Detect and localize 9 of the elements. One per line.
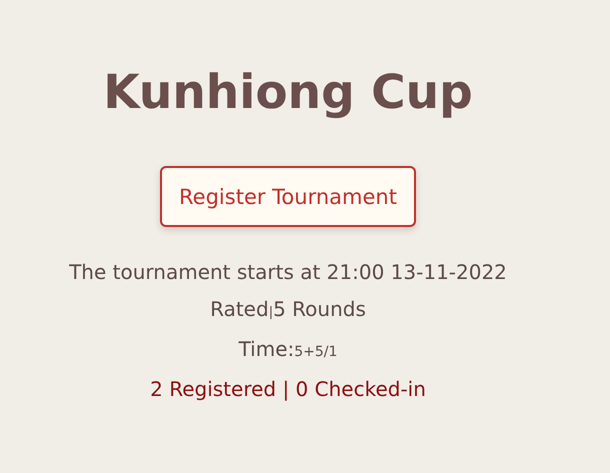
register-button[interactable]: Register Tournament [160,166,416,227]
separator: | [268,305,274,320]
rated-label: Rated [210,297,269,321]
start-time-text: The tournament starts at 21:00 13-11-2022 [69,259,507,286]
tournament-title: Kunhiong Cup [103,64,473,122]
time-control-value: 5+5/1 [294,344,338,360]
registration-status: 2 Registered | 0 Checked-in [150,376,426,403]
time-label: Time: [238,337,294,361]
rounds-label: 5 Rounds [273,297,366,321]
